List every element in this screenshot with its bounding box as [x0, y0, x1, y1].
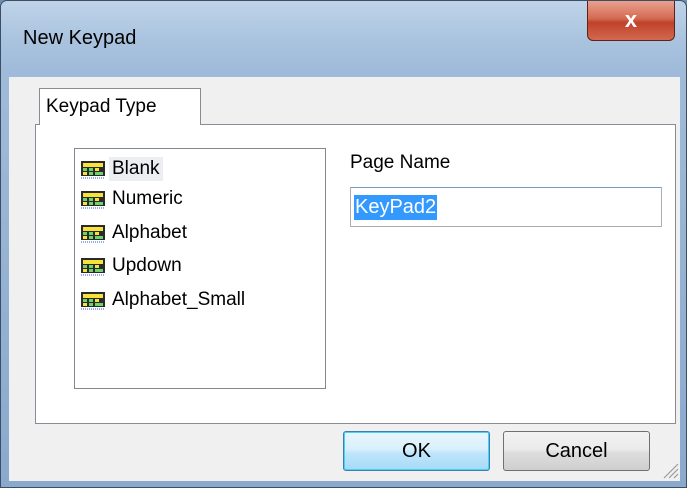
keypad-icon — [79, 158, 109, 180]
page-name-label: Page Name — [350, 152, 451, 173]
close-button[interactable]: x — [587, 1, 675, 41]
keypad-type-panel: Blank Numeric Alphabet Updown Alphabet_S… — [35, 124, 676, 424]
list-item-numeric[interactable]: Numeric — [79, 184, 186, 214]
ok-button[interactable]: OK — [343, 431, 490, 471]
list-item-label: Updown — [112, 255, 182, 276]
resize-grip-icon[interactable] — [661, 461, 679, 479]
list-item-label: Alphabet_Small — [112, 289, 246, 310]
title-bar[interactable]: New Keypad — [1, 1, 686, 77]
page-name-value: KeyPad2 — [354, 194, 438, 220]
tab-label: Keypad Type — [46, 96, 157, 117]
list-item-label: Alphabet — [112, 222, 188, 243]
list-item-blank[interactable]: Blank — [79, 154, 163, 184]
new-keypad-dialog: New Keypad x Keypad Type Blank Numeric A… — [0, 0, 687, 488]
list-item-updown[interactable]: Updown — [79, 251, 185, 281]
page-name-input[interactable]: KeyPad2 — [350, 187, 662, 227]
keypad-icon — [79, 222, 109, 244]
window-title: New Keypad — [23, 27, 137, 49]
cancel-button[interactable]: Cancel — [503, 431, 650, 471]
keypad-icon — [79, 188, 109, 210]
list-item-label: Blank — [109, 157, 163, 181]
tab-keypad-type[interactable]: Keypad Type — [39, 88, 201, 125]
list-item-alphabet-small[interactable]: Alphabet_Small — [79, 285, 248, 315]
list-item-alphabet[interactable]: Alphabet — [79, 218, 190, 248]
keypad-type-list[interactable]: Blank Numeric Alphabet Updown Alphabet_S… — [74, 148, 326, 389]
keypad-icon — [79, 289, 109, 311]
keypad-icon — [79, 255, 109, 277]
list-item-label: Numeric — [112, 188, 183, 209]
dialog-body: Keypad Type Blank Numeric Alphabet Updow… — [9, 77, 680, 481]
